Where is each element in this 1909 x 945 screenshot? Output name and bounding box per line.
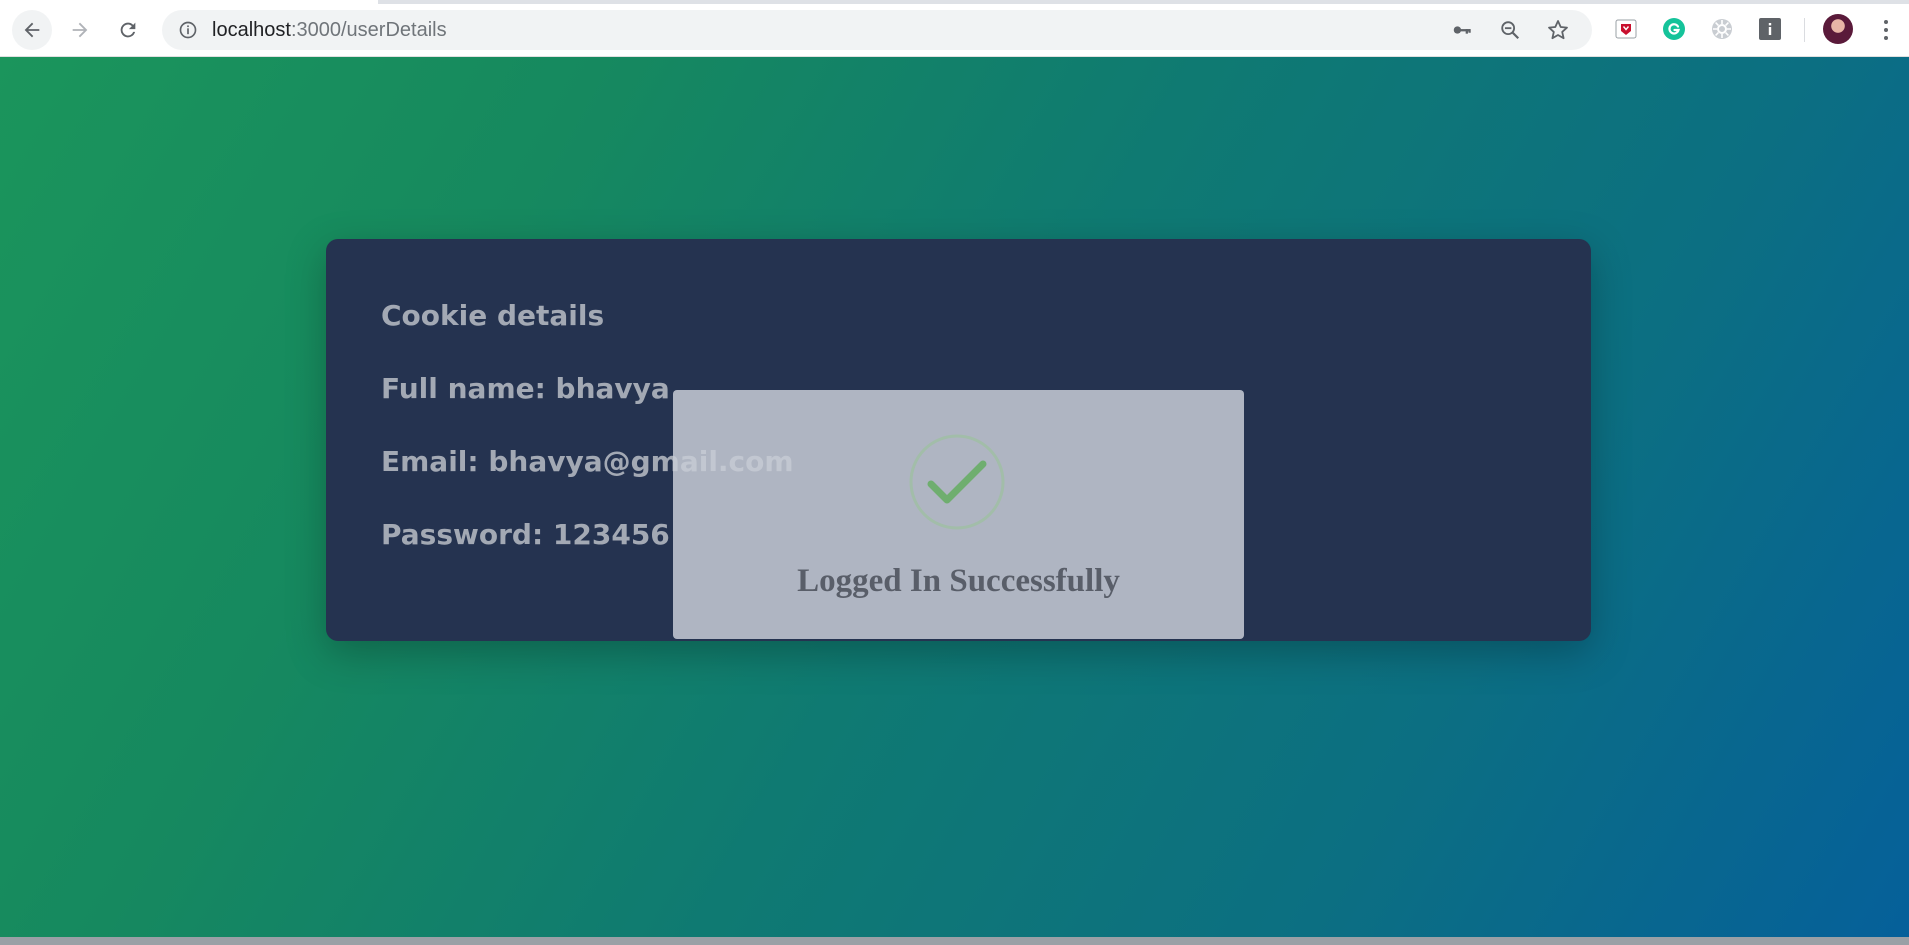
- star-icon[interactable]: [1546, 18, 1570, 42]
- card-title: Cookie details: [381, 299, 605, 332]
- url-host: localhost: [212, 19, 291, 41]
- tab-strip: [0, 0, 1909, 4]
- url-path: :3000/userDetails: [290, 19, 447, 41]
- url-text[interactable]: localhost:3000/userDetails: [212, 20, 447, 40]
- checkmark-icon: [909, 434, 1005, 530]
- toolbar-separator: [1804, 18, 1805, 42]
- zoom-out-icon[interactable]: [1498, 18, 1522, 42]
- full-name-text: Full name: bhavya: [381, 372, 670, 405]
- bottom-scroll-strip: [0, 937, 1909, 945]
- address-bar[interactable]: localhost:3000/userDetails: [162, 10, 1592, 50]
- kebab-menu-icon[interactable]: [1874, 16, 1898, 44]
- back-button[interactable]: [12, 10, 52, 50]
- success-modal[interactable]: Logged In Successfully: [673, 390, 1244, 639]
- avatar-icon[interactable]: [1823, 14, 1853, 44]
- active-tab-indicator: [0, 0, 378, 4]
- reload-button[interactable]: [108, 10, 148, 50]
- extension-gear-icon[interactable]: [1710, 17, 1734, 41]
- browser-toolbar: localhost:3000/userDetails: [0, 0, 1909, 57]
- mcafee-icon[interactable]: [1614, 17, 1638, 41]
- success-message: Logged In Successfully: [797, 563, 1120, 599]
- info-extension-icon[interactable]: [1758, 17, 1782, 41]
- grammarly-icon[interactable]: [1662, 17, 1686, 41]
- arrow-left-icon: [24, 22, 40, 38]
- forward-button[interactable]: [60, 10, 100, 50]
- password-text: Password: 123456: [381, 518, 670, 551]
- info-icon[interactable]: [178, 20, 198, 40]
- key-icon[interactable]: [1450, 18, 1474, 42]
- arrow-right-icon: [72, 22, 88, 38]
- reload-icon: [120, 22, 136, 38]
